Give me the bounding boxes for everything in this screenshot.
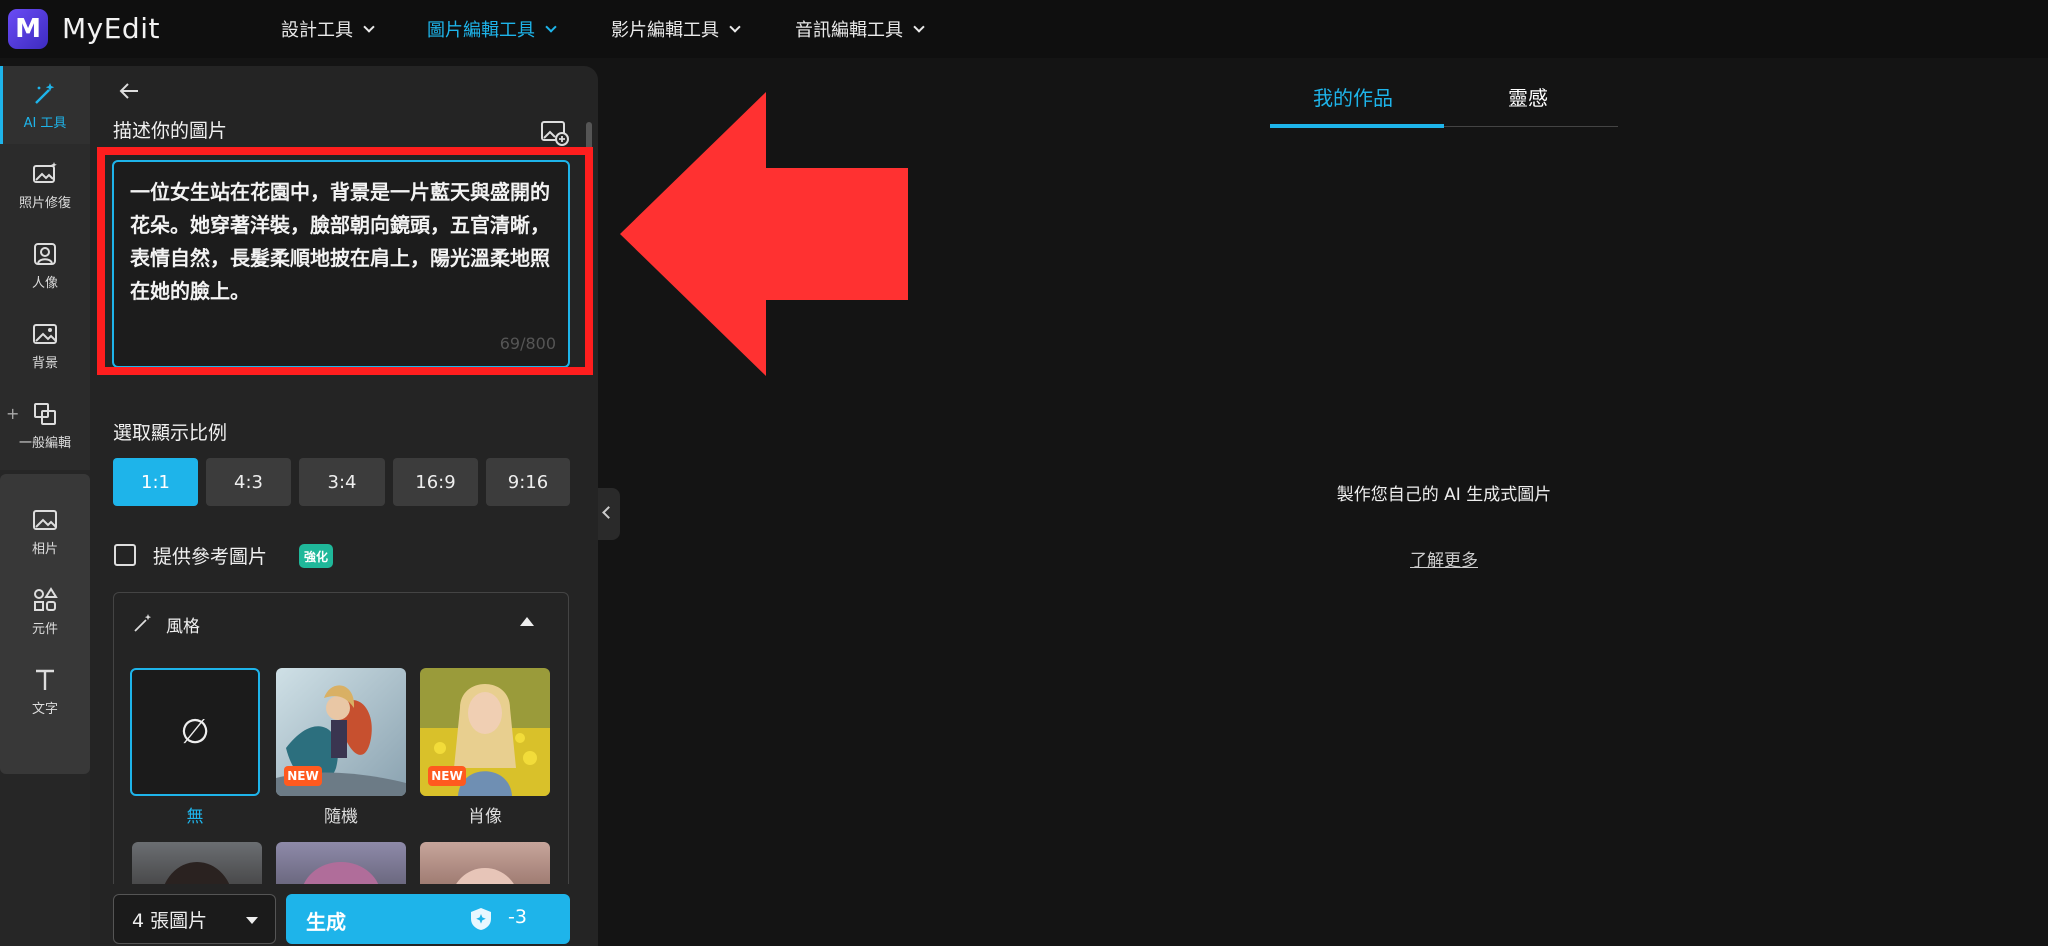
enhance-badge: 強化 (299, 544, 333, 568)
collapse-panel-tab[interactable] (598, 488, 620, 540)
nav-design-tools[interactable]: 設計工具 (281, 16, 375, 42)
shapes-icon (34, 587, 58, 611)
tab-my-works[interactable]: 我的作品 (1313, 82, 1393, 111)
nav-label: 設計工具 (281, 20, 353, 41)
rail-item-text[interactable]: 文字 (0, 666, 90, 717)
rail-item-ai-tools[interactable]: AI 工具 (0, 80, 90, 131)
nav-audio-tools[interactable]: 音訊編輯工具 (795, 16, 925, 42)
rail-label: 一般編輯 (18, 436, 71, 451)
describe-label: 描述你的圖片 (113, 120, 228, 142)
magic-wand-icon (134, 614, 152, 632)
ratio-button-9-16[interactable]: 9:16 (486, 458, 570, 506)
image-count-value: 4 張圖片 (132, 910, 208, 932)
chevron-down-icon (246, 917, 258, 924)
brand-name[interactable]: MyEdit (62, 12, 160, 45)
nav-image-tools[interactable]: 圖片編輯工具 (427, 16, 557, 42)
style-random-label: 隨機 (324, 807, 358, 827)
learn-more-link[interactable]: 了解更多 (1270, 546, 1618, 571)
style-random-thumb[interactable]: NEW (276, 668, 406, 796)
chevron-left-icon (602, 506, 615, 519)
chevron-down-icon (545, 20, 557, 33)
style-label: 風格 (166, 617, 200, 637)
rail-item-background[interactable]: 背景 (0, 320, 90, 371)
credit-shield-icon (471, 908, 491, 930)
magic-wand-icon (35, 83, 55, 104)
rail-label: 人像 (31, 276, 58, 291)
rail-item-photos[interactable]: 相片 (0, 506, 90, 557)
none-glyph: ∅ (180, 712, 210, 752)
nav-video-tools[interactable]: 影片編輯工具 (611, 16, 741, 42)
tab-inspiration[interactable]: 靈感 (1508, 82, 1548, 111)
myedit-logo[interactable]: M (8, 9, 48, 49)
crop-icon (34, 403, 56, 425)
style-none-thumb[interactable]: ∅ (130, 668, 260, 796)
chevron-down-icon (729, 20, 741, 33)
rail-label: 照片修復 (18, 196, 71, 211)
active-tab-indicator (1270, 124, 1444, 128)
nav-label: 圖片編輯工具 (427, 20, 535, 41)
style-portrait-label: 肖像 (468, 807, 502, 827)
new-badge: NEW (428, 766, 466, 786)
chevron-down-icon (363, 20, 375, 33)
add-image-icon[interactable] (540, 119, 570, 147)
chevron-down-icon (913, 20, 925, 33)
highlight-frame (97, 147, 593, 375)
nav-label: 影片編輯工具 (611, 20, 719, 41)
portrait-icon (34, 243, 56, 265)
rail-label: AI 工具 (23, 116, 67, 131)
red-arrow-annotation (620, 92, 908, 376)
top-bar: M MyEdit 設計工具 圖片編輯工具 影片編輯工具 音訊編輯工具 (0, 0, 2048, 58)
reference-image-checkbox[interactable] (114, 544, 136, 566)
rail-item-elements[interactable]: 元件 (0, 586, 90, 637)
ratio-button-3-4[interactable]: 3:4 (299, 458, 385, 506)
ratio-button-4-3[interactable]: 4:3 (206, 458, 291, 506)
collapse-caret-icon[interactable] (520, 617, 534, 626)
nav-label: 音訊編輯工具 (795, 20, 903, 41)
generate-label: 生成 (306, 910, 346, 934)
ratio-label: 選取顯示比例 (113, 422, 228, 444)
rail-label: 相片 (31, 542, 58, 557)
rail-label: 文字 (31, 702, 58, 717)
background-icon (33, 324, 57, 344)
rail-label: 元件 (31, 622, 58, 637)
style-portrait-thumb[interactable]: NEW (420, 668, 550, 796)
empty-state-title: 製作您自己的 AI 生成式圖片 (1336, 485, 1552, 505)
credit-cost: -3 (508, 906, 527, 928)
ratio-button-1-1[interactable]: 1:1 (113, 458, 198, 506)
new-badge: NEW (284, 766, 322, 786)
photo-icon (33, 510, 57, 530)
rail-label: 背景 (31, 356, 58, 371)
photo-sparkle-icon (33, 162, 57, 183)
rail-item-portrait[interactable]: 人像 (0, 240, 90, 291)
back-arrow-icon[interactable] (118, 80, 140, 102)
style-none-label: 無 (186, 807, 204, 827)
rail-item-photo-repair[interactable]: 照片修復 (0, 160, 90, 211)
reference-label: 提供參考圖片 (153, 546, 268, 568)
rail-item-general-edit[interactable]: 一般編輯 (0, 400, 90, 451)
ratio-button-16-9[interactable]: 16:9 (393, 458, 478, 506)
text-icon (36, 669, 54, 690)
